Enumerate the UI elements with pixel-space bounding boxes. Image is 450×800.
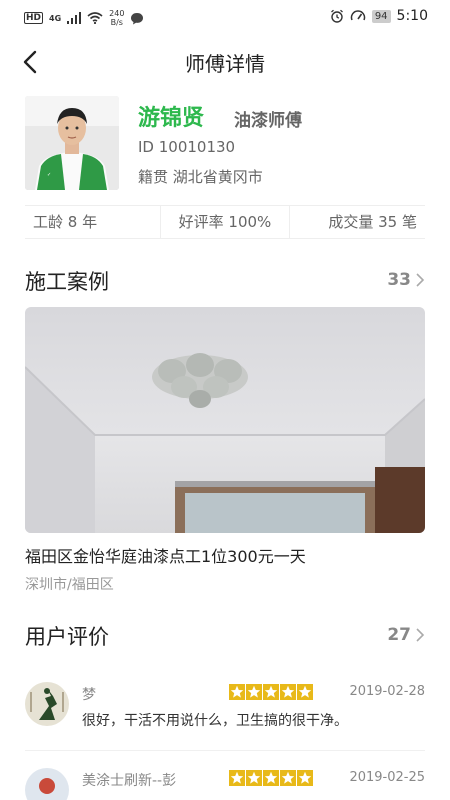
speed-value: 240 [109, 9, 125, 18]
wifi-icon [87, 12, 103, 24]
status-right: 94 5:10 [330, 8, 428, 24]
review-stars [229, 770, 313, 786]
worker-name: 游锦贤 [138, 106, 205, 131]
chevron-right-icon[interactable] [415, 272, 425, 288]
star-icon [229, 770, 245, 786]
cases-header[interactable]: 施工案例 33 [25, 266, 425, 296]
case-location: 深圳市/福田区 [25, 577, 114, 593]
stat-rating: 好评率 100% [160, 206, 290, 238]
star-icon [263, 770, 279, 786]
signal-icon [67, 12, 82, 24]
stat-deals: 成交量 35 笔 [328, 213, 417, 231]
star-icon [246, 770, 262, 786]
case-title[interactable]: 福田区金怡华庭油漆点工1位300元一天 [25, 543, 306, 567]
status-bar: HD 4G 240 B/s 94 5:10 [0, 0, 450, 34]
star-icon [280, 770, 296, 786]
worker-title: 油漆师傅 [234, 111, 302, 131]
speed-gauge-icon [350, 10, 366, 21]
review-item: 美涂士刷新--彭 2019-02-25 [25, 768, 425, 800]
star-icon [297, 684, 313, 700]
worker-stats: 工龄 8 年 好评率 100% 成交量 35 笔 [25, 205, 425, 239]
review-item: 梦 2019-02-28 很好，干活不用说什么，卫生搞的很干净。 [25, 682, 425, 746]
worker-avatar: ✓ [25, 96, 119, 190]
status-left: HD 4G 240 B/s [24, 9, 144, 27]
reviewer-name: 美涂士刷新--彭 [82, 773, 177, 789]
star-icon [229, 684, 245, 700]
speed-unit: B/s [110, 18, 123, 27]
star-icon [280, 684, 296, 700]
alarm-icon [330, 9, 343, 23]
star-icon [246, 684, 262, 700]
cases-title: 施工案例 [25, 270, 109, 294]
network-speed: 240 B/s [109, 9, 124, 27]
star-icon [297, 770, 313, 786]
reviews-title: 用户评价 [25, 625, 109, 649]
message-icon [131, 12, 144, 24]
divider [25, 750, 425, 751]
clock: 5:10 [396, 8, 428, 24]
review-date: 2019-02-28 [349, 684, 425, 699]
worker-id: ID 10010130 [138, 138, 236, 156]
review-text: 很好，干活不用说什么，卫生搞的很干净。 [82, 713, 348, 729]
reviewer-avatar [25, 682, 69, 726]
reviews-count: 27 [387, 625, 411, 645]
review-stars [229, 684, 313, 700]
nav-bar: 师傅详情 [0, 36, 450, 86]
star-icon [263, 684, 279, 700]
hd-indicator: HD [24, 12, 44, 24]
battery-level: 94 [371, 9, 391, 23]
cases-count: 33 [387, 270, 411, 290]
page-title: 师傅详情 [185, 52, 265, 76]
reviewer-avatar [25, 768, 69, 800]
worker-origin: 籍贯 湖北省黄冈市 [138, 168, 263, 186]
reviews-header[interactable]: 用户评价 27 [25, 621, 425, 651]
review-date: 2019-02-25 [349, 770, 425, 785]
case-photo[interactable] [25, 307, 425, 533]
svg-text:✓: ✓ [47, 172, 51, 178]
reviewer-name: 梦 [82, 687, 96, 703]
chevron-right-icon[interactable] [415, 627, 425, 643]
stat-experience: 工龄 8 年 [33, 213, 98, 231]
worker-profile: ✓ 游锦贤 油漆师傅 ID 10010130 籍贯 湖北省黄冈市 [25, 96, 425, 196]
network-type: 4G [49, 13, 62, 23]
